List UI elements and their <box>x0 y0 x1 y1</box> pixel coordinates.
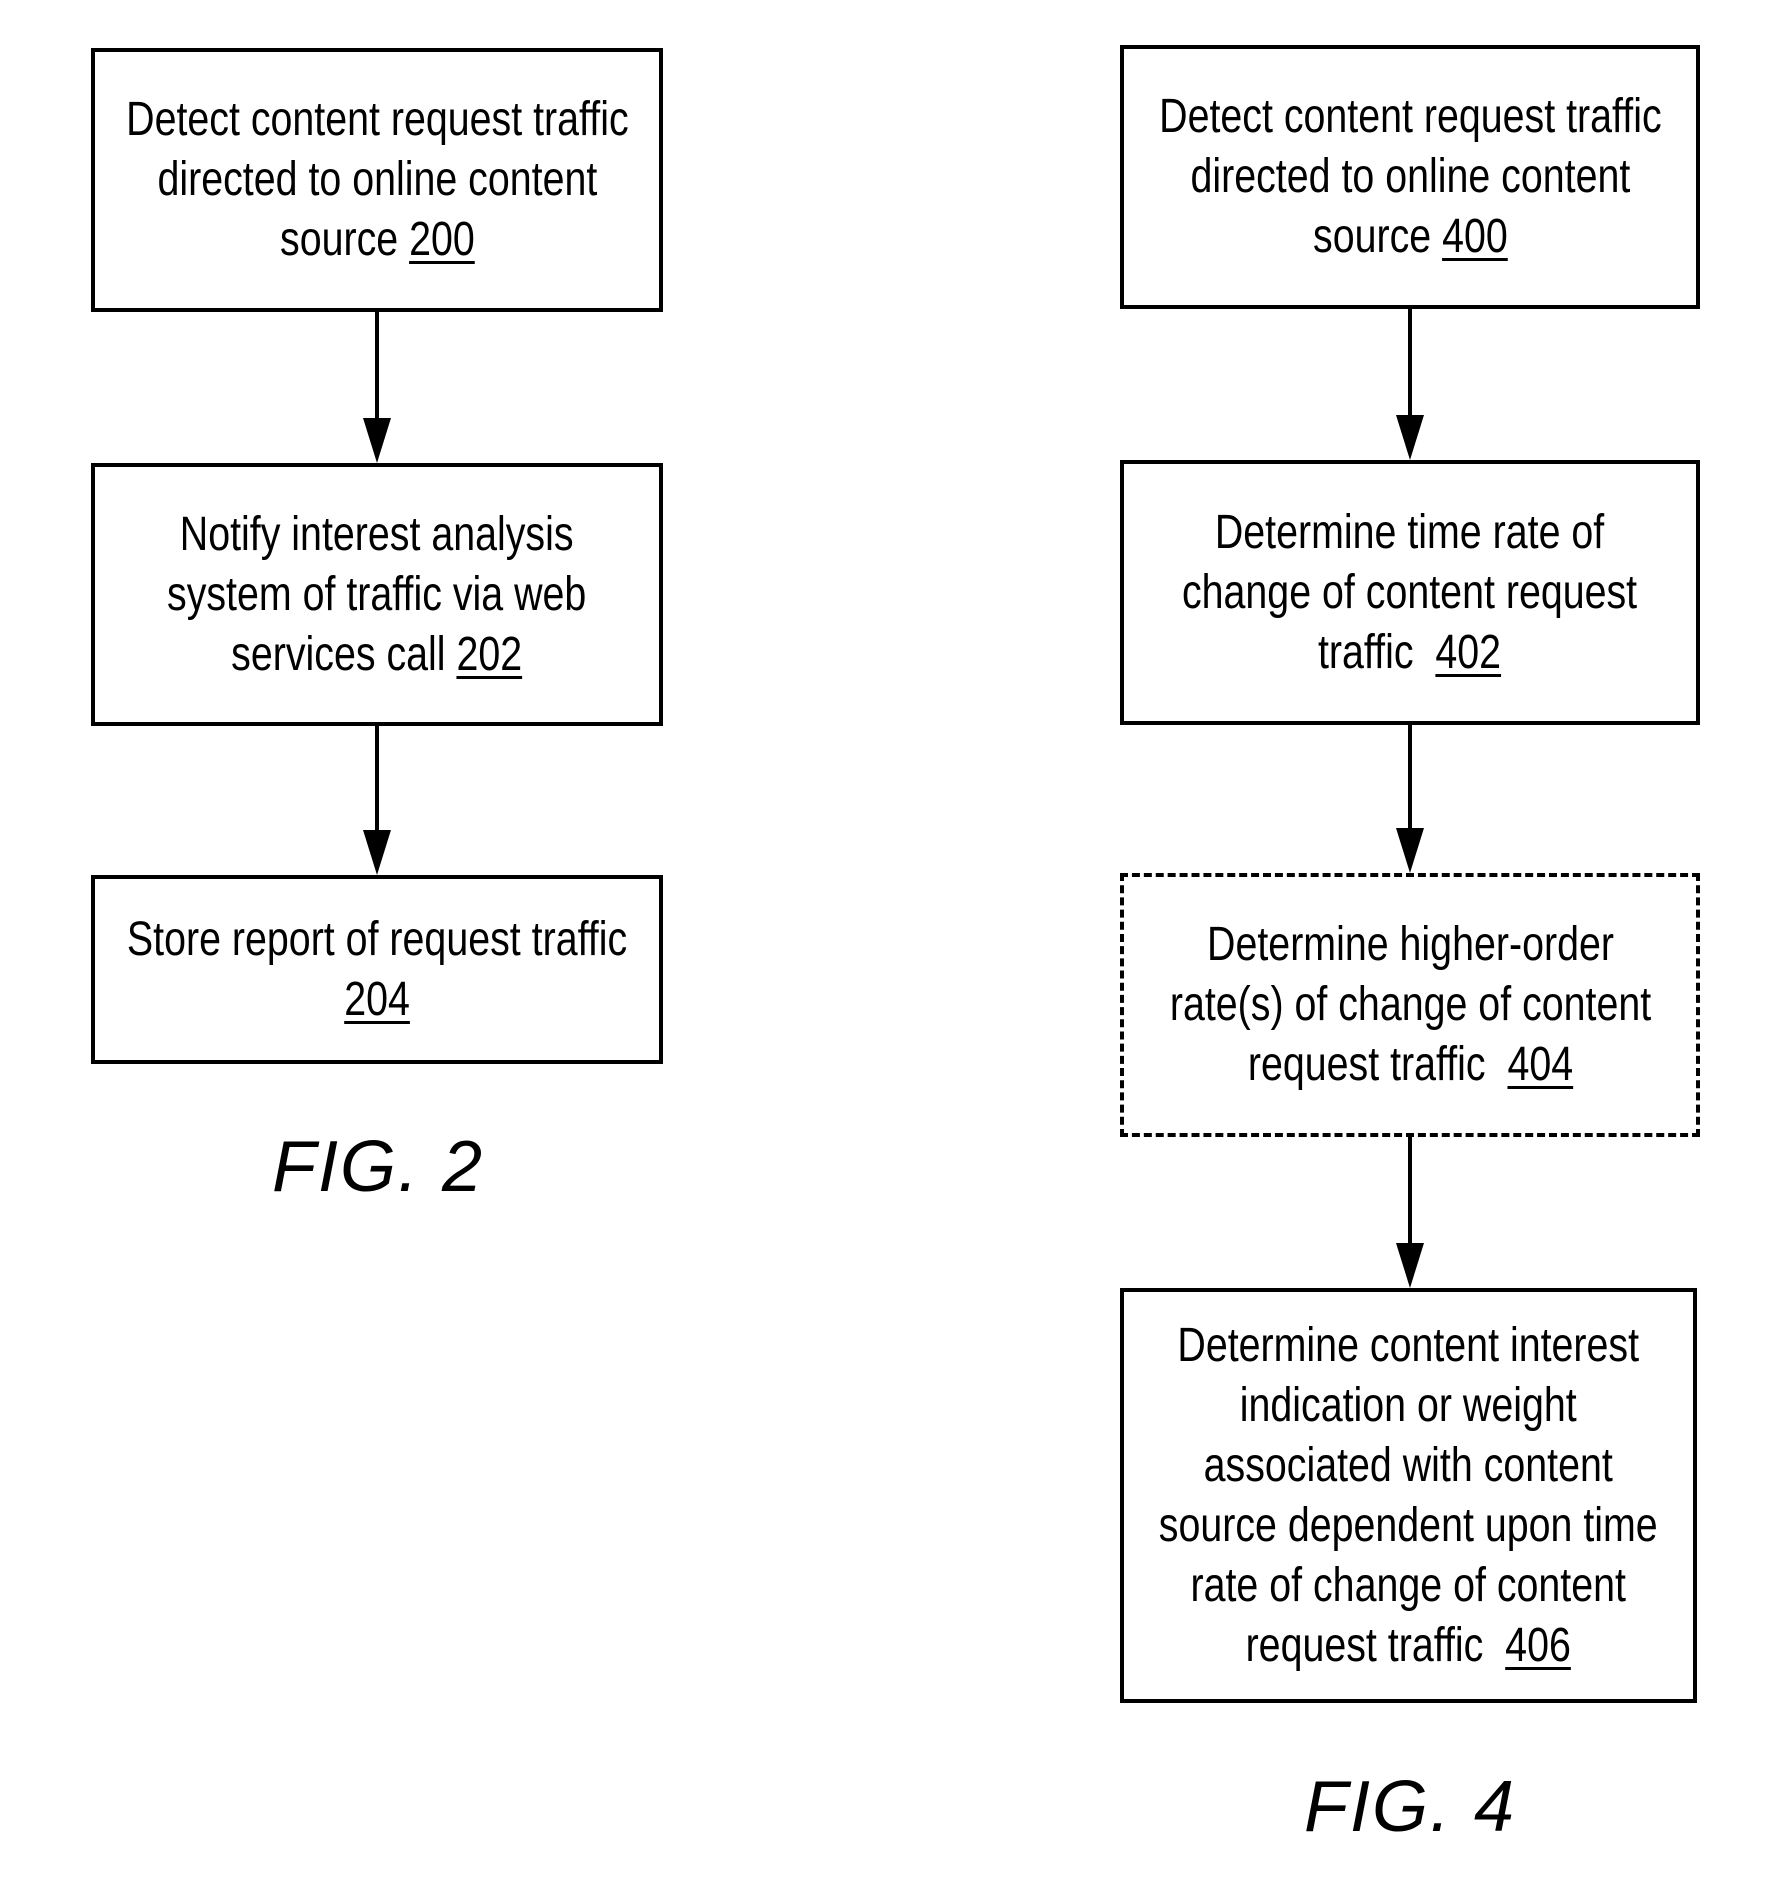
reference-number: 200 <box>408 213 475 266</box>
arrow-202-to-204 <box>363 726 391 875</box>
reference-number: 406 <box>1505 1618 1572 1672</box>
arrow-402-to-404 <box>1396 725 1424 873</box>
reference-number: 400 <box>1441 210 1508 263</box>
step-box-404-optional: Determine higher-order rate(s) of change… <box>1120 873 1700 1137</box>
reference-number: 404 <box>1506 1038 1573 1091</box>
step-text: Detect content request traffic directed … <box>125 93 629 266</box>
step-box-400: Detect content request traffic directed … <box>1120 45 1700 309</box>
reference-number: 204 <box>344 972 410 1026</box>
arrow-200-to-202 <box>363 312 391 463</box>
step-box-402: Determine time rate of change of content… <box>1120 460 1700 725</box>
step-text: Store report of request traffic 204 <box>126 912 628 1026</box>
arrow-404-to-406 <box>1396 1137 1424 1288</box>
step-text: Notify interest analysis system of traff… <box>167 507 587 681</box>
reference-number: 202 <box>456 627 523 681</box>
step-box-406: Determine content interest indication or… <box>1120 1288 1697 1703</box>
step-text: Detect content request traffic directed … <box>1158 90 1662 263</box>
step-text: Determine time rate of change of content… <box>1182 505 1638 679</box>
reference-number: 402 <box>1435 625 1502 679</box>
figure-label-fig4: FIG. 4 <box>1303 1767 1517 1847</box>
step-box-200: Detect content request traffic directed … <box>91 48 663 312</box>
figure-label-fig2: FIG. 2 <box>271 1127 485 1207</box>
step-text: Determine higher-order rate(s) of change… <box>1169 918 1651 1091</box>
arrow-400-to-402 <box>1396 309 1424 460</box>
step-box-204: Store report of request traffic 204 <box>91 875 663 1064</box>
step-text: Determine content interest indication or… <box>1159 1318 1658 1672</box>
step-box-202: Notify interest analysis system of traff… <box>91 463 663 726</box>
